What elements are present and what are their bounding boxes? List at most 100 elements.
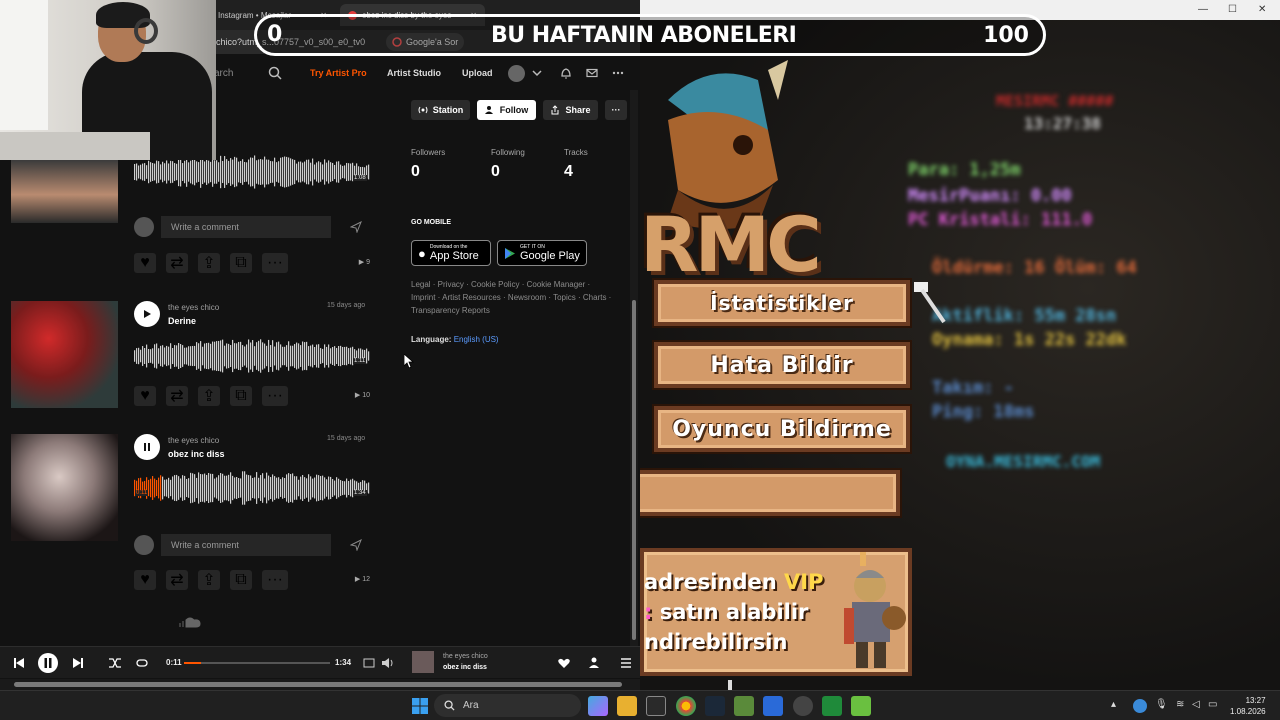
artist-studio-link[interactable]: Artist Studio xyxy=(387,68,441,78)
volume-icon[interactable] xyxy=(380,655,396,671)
track-cover[interactable] xyxy=(11,160,118,223)
waveform-bar xyxy=(212,341,214,371)
close-icon[interactable]: ✕ xyxy=(1258,4,1266,15)
copy-link-icon[interactable]: ⧉ xyxy=(230,570,252,590)
onedrive-icon[interactable] xyxy=(1133,699,1147,713)
minimize-icon[interactable]: — xyxy=(1198,4,1208,15)
follow-user-icon[interactable] xyxy=(587,655,603,671)
report-player-button[interactable]: Oyuncu Bildirme xyxy=(654,406,910,452)
maximize-icon[interactable]: ☐ xyxy=(1228,4,1237,15)
language-value[interactable]: English (US) xyxy=(454,335,499,344)
waveform[interactable] xyxy=(134,154,370,194)
store-icon[interactable] xyxy=(646,696,666,716)
tracks-stat[interactable]: Tracks 4 xyxy=(564,148,588,181)
comment-field[interactable]: Write a comment xyxy=(161,216,331,238)
play-button[interactable] xyxy=(134,301,160,327)
track-cover[interactable] xyxy=(11,301,118,408)
cast-icon[interactable] xyxy=(361,655,377,671)
try-artist-pro-link[interactable]: Try Artist Pro xyxy=(310,68,367,78)
repost-icon[interactable]: ⇄ xyxy=(166,253,188,273)
app-icon[interactable] xyxy=(763,696,783,716)
previous-icon[interactable] xyxy=(11,655,27,671)
repost-icon[interactable]: ⇄ xyxy=(166,570,188,590)
file-explorer-icon[interactable] xyxy=(617,696,637,716)
more-icon[interactable] xyxy=(611,66,625,80)
share-button[interactable]: Share xyxy=(543,100,598,120)
now-playing-artist[interactable]: the eyes chico xyxy=(443,653,488,660)
copy-link-icon[interactable]: ⧉ xyxy=(230,386,252,406)
now-playing-cover[interactable] xyxy=(412,651,434,673)
track-cover[interactable] xyxy=(11,434,118,541)
pause-button[interactable] xyxy=(134,434,160,460)
more-icon[interactable]: ··· xyxy=(262,386,288,406)
repeat-icon[interactable] xyxy=(134,655,150,671)
like-icon[interactable]: ♥ xyxy=(134,386,156,406)
scrollbar-thumb[interactable] xyxy=(632,300,636,640)
wifi-icon[interactable]: ≋ xyxy=(1176,699,1190,713)
steam-icon[interactable] xyxy=(705,696,725,716)
statistics-button[interactable]: İstatistikler xyxy=(654,280,910,326)
shuffle-icon[interactable] xyxy=(107,655,123,671)
minecraft-icon[interactable] xyxy=(734,696,754,716)
empty-menu-button[interactable] xyxy=(640,470,900,516)
comment-input[interactable]: Write a comment xyxy=(134,216,370,238)
more-options-button[interactable]: ··· xyxy=(605,100,627,120)
google-play-button[interactable]: GET IT ON Google Play xyxy=(497,240,587,266)
footer-links[interactable]: Legal · Privacy · Cookie Policy · Cookie… xyxy=(411,278,616,317)
repost-icon[interactable]: ⇄ xyxy=(166,386,188,406)
launcher-icon[interactable] xyxy=(851,696,871,716)
share-icon[interactable]: ⇪ xyxy=(198,570,220,590)
send-icon[interactable] xyxy=(350,221,362,233)
queue-icon[interactable] xyxy=(618,655,634,671)
comment-input[interactable]: Write a comment xyxy=(134,534,370,556)
waveform-playing[interactable] xyxy=(134,470,370,510)
microphone-icon[interactable]: 🎙 xyxy=(1155,699,1169,713)
like-icon[interactable]: ♥ xyxy=(134,570,156,590)
taskbar-search[interactable]: Ara xyxy=(434,694,581,717)
following-stat[interactable]: Following 0 xyxy=(491,148,525,181)
language-selector[interactable]: Language: English (US) xyxy=(411,335,499,344)
followers-stat[interactable]: Followers 0 xyxy=(411,148,445,181)
search-icon[interactable] xyxy=(268,66,282,80)
taskbar-clock[interactable]: 13:27 1.08.2026 xyxy=(1230,695,1266,717)
chevron-up-icon[interactable]: ▴ xyxy=(1111,699,1125,713)
volume-icon[interactable]: ◁ xyxy=(1192,699,1206,713)
app-store-button[interactable]: ● Download on the App Store xyxy=(411,240,491,266)
track-title[interactable]: Derine xyxy=(168,316,196,326)
copy-link-icon[interactable]: ⧉ xyxy=(230,253,252,273)
track-title[interactable]: obez inc diss xyxy=(168,449,225,459)
station-button[interactable]: Station xyxy=(411,100,470,120)
settings-gear-icon[interactable] xyxy=(793,696,813,716)
follow-button[interactable]: Follow xyxy=(477,100,536,120)
chevron-down-icon[interactable] xyxy=(530,66,544,80)
share-icon[interactable]: ⇪ xyxy=(198,386,220,406)
track-artist[interactable]: the eyes chico xyxy=(168,303,219,312)
copilot-icon[interactable] xyxy=(588,696,608,716)
bell-icon[interactable] xyxy=(559,66,573,80)
next-icon[interactable] xyxy=(70,655,86,671)
like-icon[interactable] xyxy=(556,655,572,671)
user-avatar[interactable] xyxy=(508,65,525,82)
spreadsheet-icon[interactable] xyxy=(822,696,842,716)
share-icon[interactable]: ⇪ xyxy=(198,253,220,273)
windows-start-icon[interactable] xyxy=(410,696,430,716)
track-artist[interactable]: the eyes chico xyxy=(168,436,219,445)
send-icon[interactable] xyxy=(350,539,362,551)
waveform[interactable] xyxy=(134,338,370,378)
vertical-scrollbar[interactable] xyxy=(630,90,638,646)
horizontal-scrollbar[interactable] xyxy=(0,679,640,690)
like-icon[interactable]: ♥ xyxy=(134,253,156,273)
scrollbar-thumb[interactable] xyxy=(14,682,622,687)
search-input[interactable]: arch xyxy=(214,68,233,79)
more-icon[interactable]: ··· xyxy=(262,570,288,590)
comment-field[interactable]: Write a comment xyxy=(161,534,331,556)
chrome-icon[interactable] xyxy=(676,696,696,716)
more-icon[interactable]: ··· xyxy=(262,253,288,273)
mail-icon[interactable] xyxy=(585,66,599,80)
upload-link[interactable]: Upload xyxy=(462,68,493,78)
pause-icon[interactable] xyxy=(38,653,58,673)
report-bug-button[interactable]: Hata Bildir xyxy=(654,342,910,388)
battery-icon[interactable]: ▭ xyxy=(1208,699,1222,713)
now-playing-title[interactable]: obez inc diss xyxy=(443,664,487,671)
progress-bar[interactable] xyxy=(184,662,330,664)
